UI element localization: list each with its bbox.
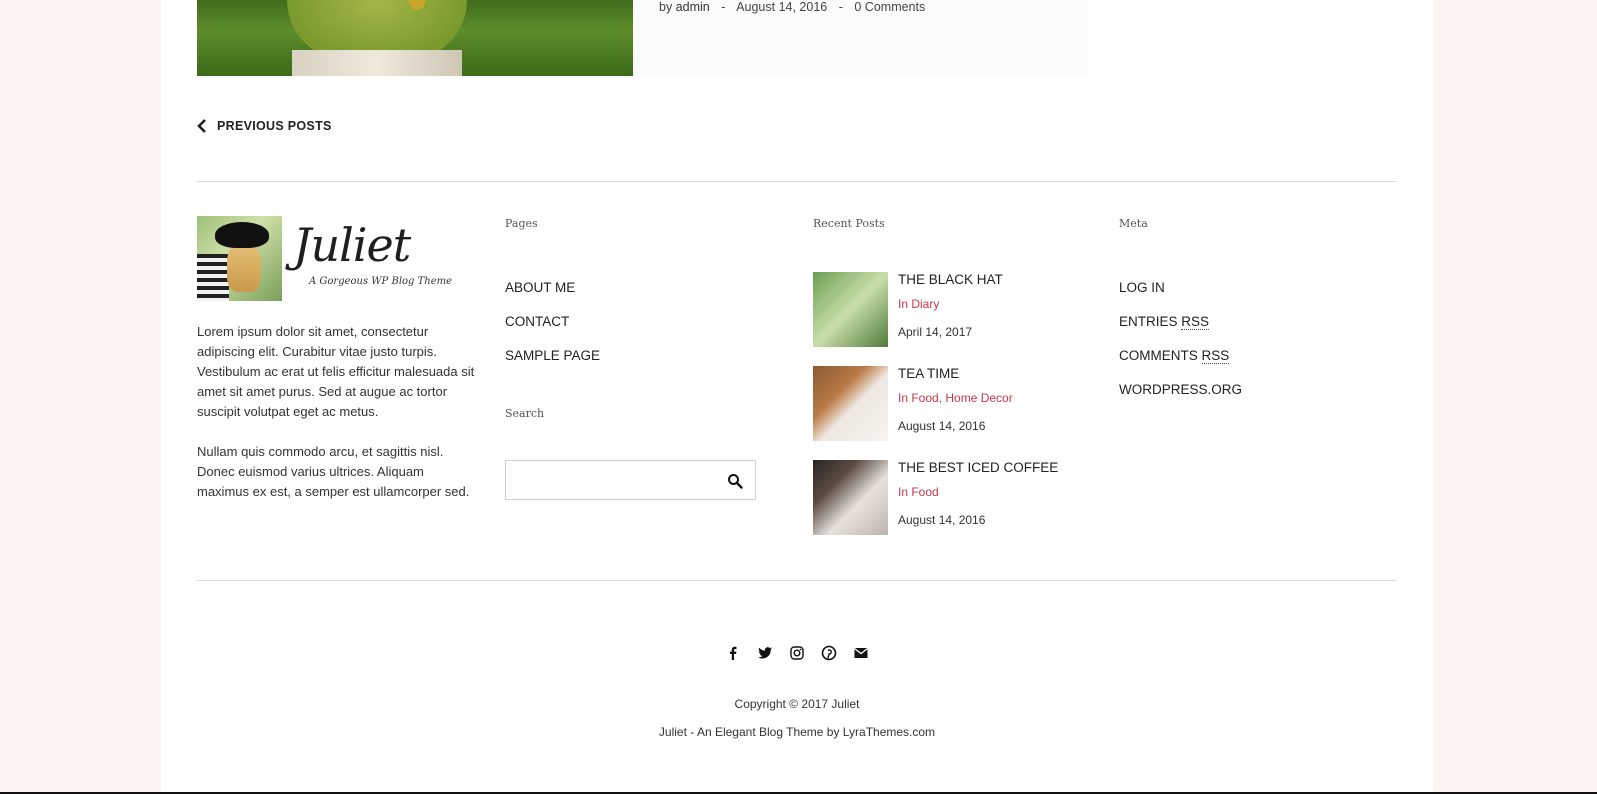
about-paragraph: Nullam quis commodo arcu, et sagittis ni… — [197, 444, 470, 499]
recent-post-date: August 14, 2016 — [898, 419, 986, 433]
previous-posts-link[interactable]: PREVIOUS POSTS — [197, 119, 332, 133]
meta-separator: - — [721, 0, 726, 14]
author-prefix: by — [659, 0, 673, 14]
post-author-link[interactable]: admin — [676, 0, 710, 14]
recent-post-title[interactable]: TEA TIME — [898, 366, 959, 381]
previous-posts-label: PREVIOUS POSTS — [217, 119, 332, 133]
twitter-icon[interactable] — [757, 645, 773, 661]
meta-item-comments-rss[interactable]: COMMENTS RSS — [1119, 346, 1242, 380]
recent-post-category[interactable]: In Diary — [898, 297, 939, 311]
rss-abbr: RSS — [1181, 314, 1210, 330]
recent-post-category[interactable]: In Food — [898, 485, 939, 499]
search-icon[interactable] — [727, 473, 743, 489]
pinterest-icon[interactable] — [821, 645, 837, 661]
site-title[interactable]: Juliet — [293, 218, 411, 272]
meta-item-log-in[interactable]: LOG IN — [1119, 278, 1242, 312]
post-date-link[interactable]: August 14, 2016 — [736, 0, 827, 14]
about-paragraph: Lorem ipsum dolor sit amet, consectetur … — [197, 324, 475, 419]
search-widget-title: Search — [505, 407, 545, 420]
meta-widget-title: Meta — [1119, 217, 1148, 230]
recent-post-thumbnail[interactable] — [813, 460, 888, 535]
meta-separator: - — [838, 0, 843, 14]
meta-item-wordpress-org[interactable]: WORDPRESS.ORG — [1119, 380, 1242, 414]
page-container: by admin - August 14, 2016 - 0 Comments … — [161, 0, 1433, 794]
divider — [197, 580, 1397, 581]
instagram-icon[interactable] — [789, 645, 805, 661]
pages-item-sample-page[interactable]: SAMPLE PAGE — [505, 346, 600, 380]
site-logo-image[interactable] — [197, 216, 282, 301]
recent-post-date: April 14, 2017 — [898, 325, 973, 339]
envelope-icon[interactable] — [853, 645, 869, 661]
entries-label: ENTRIES — [1119, 314, 1178, 329]
recent-post-date: August 14, 2016 — [898, 513, 986, 527]
recent-post-thumbnail[interactable] — [813, 366, 888, 441]
theme-credit-link[interactable]: Juliet - An Elegant Blog Theme by LyraTh… — [161, 725, 1433, 739]
comments-label: COMMENTS — [1119, 348, 1198, 363]
recent-post-title[interactable]: THE BEST ICED COFFEE — [898, 460, 1058, 475]
recent-posts-widget-title: Recent Posts — [813, 217, 885, 230]
copyright-text: Copyright © 2017 Juliet — [734, 697, 860, 711]
post-meta: by admin - August 14, 2016 - 0 Comments — [659, 0, 925, 14]
rss-abbr: RSS — [1201, 348, 1230, 364]
recent-post-thumbnail[interactable] — [813, 272, 888, 347]
pages-widget-title: Pages — [505, 217, 538, 230]
facebook-icon[interactable] — [725, 645, 741, 661]
search-input[interactable] — [505, 460, 756, 500]
meta-list: LOG IN ENTRIES RSS COMMENTS RSS WORDPRES… — [1119, 278, 1242, 414]
post-summary-box: by admin - August 14, 2016 - 0 Comments — [633, 0, 1088, 76]
divider — [197, 181, 1397, 182]
recent-post-title[interactable]: THE BLACK HAT — [898, 272, 1003, 287]
about-text: Lorem ipsum dolor sit amet, consectetur … — [197, 322, 477, 502]
post-featured-image[interactable] — [197, 0, 633, 76]
pages-item-about-me[interactable]: ABOUT ME — [505, 278, 600, 312]
pages-list: ABOUT ME CONTACT SAMPLE PAGE — [505, 278, 600, 380]
pages-item-contact[interactable]: CONTACT — [505, 312, 600, 346]
meta-item-entries-rss[interactable]: ENTRIES RSS — [1119, 312, 1242, 346]
recent-post-category[interactable]: In Food, Home Decor — [898, 391, 1013, 405]
social-links — [161, 645, 1433, 661]
chevron-left-icon — [197, 119, 206, 133]
site-tagline: A Gorgeous WP Blog Theme — [309, 276, 453, 287]
post-comments-link[interactable]: 0 Comments — [854, 0, 925, 14]
